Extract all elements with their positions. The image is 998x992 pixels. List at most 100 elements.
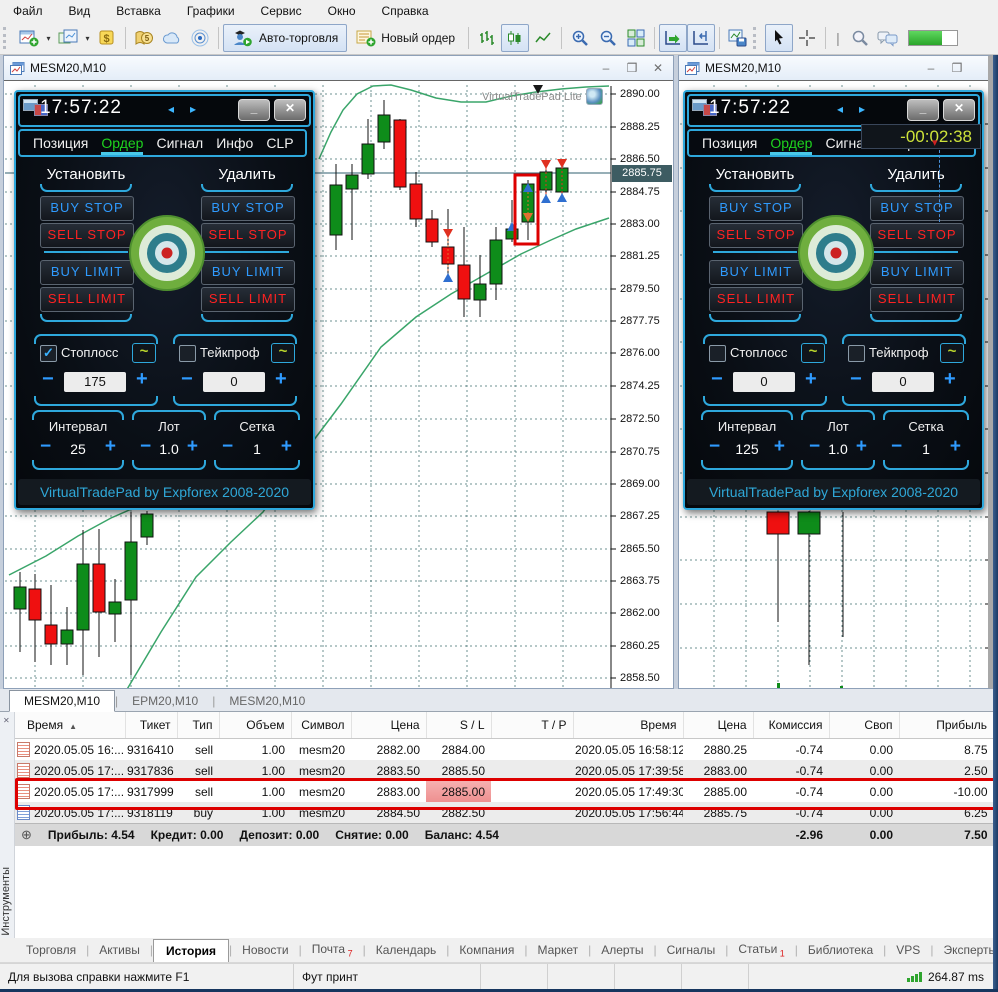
column-header-5[interactable]: Цена (351, 712, 427, 739)
takeprofit-wave-icon[interactable]: ~ (940, 343, 964, 363)
chart-shift-button[interactable] (687, 24, 716, 52)
connection-status[interactable]: 264.87 ms (749, 964, 998, 989)
toolbox-tab-Маркет[interactable]: Маркет (527, 939, 588, 961)
set-sell-limit-button[interactable]: SELL LIMIT (709, 287, 803, 312)
vtp-tab-CLP[interactable]: CLP (266, 135, 293, 151)
column-header-7[interactable]: T / P (491, 712, 574, 739)
vtp-next-icon[interactable]: ▸ (859, 102, 865, 116)
set-sell-stop-button[interactable]: SELL STOP (40, 223, 134, 248)
vtp-tab-Инфо[interactable]: Инфо (216, 135, 253, 151)
toolbox-tab-Торговля[interactable]: Торговля (16, 939, 86, 961)
profiles-dropdown-icon[interactable]: ▾ (82, 25, 93, 51)
crosshair-tool-button[interactable] (793, 24, 821, 52)
set-buy-stop-button[interactable]: BUY STOP (40, 196, 134, 221)
stoploss-wave-icon[interactable]: ~ (132, 343, 156, 363)
history-center-button[interactable]: 5 (130, 24, 158, 52)
window-titlebar[interactable]: MESM20,M10 – ❒ ✕ (4, 56, 673, 81)
toolbox-tab-Новости[interactable]: Новости (232, 939, 298, 961)
virtual-trade-pad-panel[interactable]: 17:57:22◂▸_✕ПозицияОрдерСигналИнфоCLPУст… (683, 90, 984, 510)
chart-tab-2[interactable]: MESM20,M10 (215, 691, 319, 711)
delete-buy-limit-button[interactable]: BUY LIMIT (870, 260, 964, 285)
toolbox-tab-Почта[interactable]: Почта 7 (302, 938, 363, 962)
vtp-tab-Позиция[interactable]: Позиция (702, 135, 757, 151)
comments-tool-button[interactable] (874, 24, 902, 52)
bar-chart-mode-button[interactable] (473, 24, 501, 52)
column-header-0[interactable]: Время ▲ (15, 712, 126, 739)
window-restore-button[interactable]: ❒ (625, 61, 639, 75)
takeprofit-value-input[interactable]: 0 (872, 372, 934, 392)
stoploss-checkbox[interactable] (709, 345, 726, 362)
lot-increase-button[interactable]: + (187, 436, 198, 458)
toolbox-tab-Активы[interactable]: Активы (89, 939, 150, 961)
takeprofit-increase-button[interactable]: + (275, 368, 287, 391)
toolbox-tab-Статьи[interactable]: Статьи 1 (728, 938, 794, 962)
column-header-2[interactable]: Тип (177, 712, 220, 739)
vtp-tab-Ордер[interactable]: Ордер (101, 135, 144, 155)
vtp-close-button[interactable]: ✕ (943, 99, 975, 121)
column-header-12[interactable]: Прибыль (899, 712, 993, 739)
zoom-out-button[interactable] (594, 24, 622, 52)
chart-tab-1[interactable]: EPM20,M10 (118, 691, 212, 711)
new-order-button[interactable]: Новый ордер (347, 24, 464, 52)
line-chart-mode-button[interactable] (529, 24, 557, 52)
interval-increase-button[interactable]: + (774, 436, 785, 458)
vtp-tab-Ордер[interactable]: Ордер (770, 135, 813, 155)
delete-buy-stop-button[interactable]: BUY STOP (201, 196, 295, 221)
menu-item-Справка[interactable]: Справка (369, 1, 442, 21)
profiles-button[interactable] (54, 24, 82, 52)
vtp-next-icon[interactable]: ▸ (190, 102, 196, 116)
stoploss-increase-button[interactable]: + (805, 368, 817, 391)
vtp-header[interactable]: 17:57:22 ◂ ▸ _ ✕ (18, 94, 311, 127)
delete-sell-limit-button[interactable]: SELL LIMIT (870, 287, 964, 312)
menu-item-Графики[interactable]: Графики (174, 1, 248, 21)
column-header-1[interactable]: Тикет (125, 712, 178, 739)
vtp-minimize-button[interactable]: _ (907, 99, 939, 121)
vtp-header[interactable]: 17:57:22 ◂ ▸ _ ✕ (687, 94, 980, 127)
stoploss-decrease-button[interactable]: − (42, 368, 54, 391)
vtp-prev-icon[interactable]: ◂ (837, 102, 843, 116)
column-header-6[interactable]: S / L (426, 712, 492, 739)
history-row-9317836[interactable]: 2020.05.05 17:... 9317836 sell 1.00 mesm20 28… (15, 760, 993, 781)
set-buy-stop-button[interactable]: BUY STOP (709, 196, 803, 221)
signals-service-icon[interactable] (186, 24, 214, 52)
stoploss-value-input[interactable]: 0 (733, 372, 795, 392)
vtp-lite-icon[interactable] (585, 88, 603, 105)
toolbox-tab-Библиотека[interactable]: Библиотека (798, 939, 883, 961)
set-buy-limit-button[interactable]: BUY LIMIT (40, 260, 134, 285)
vtp-close-button[interactable]: ✕ (274, 99, 306, 121)
chart-tab-0[interactable]: MESM20,M10 (9, 690, 116, 712)
takeprofit-wave-icon[interactable]: ~ (271, 343, 295, 363)
vtp-prev-icon[interactable]: ◂ (168, 102, 174, 116)
window-minimize-button[interactable]: – (599, 61, 613, 75)
grid-increase-button[interactable]: + (950, 436, 961, 458)
toolbar-grip[interactable] (3, 27, 11, 49)
delete-buy-stop-button[interactable]: BUY STOP (870, 196, 964, 221)
history-row-9316410[interactable]: 2020.05.05 16:... 9316410 sell 1.00 mesm20 28… (15, 739, 993, 761)
stoploss-value-input[interactable]: 175 (64, 372, 126, 392)
delete-buy-limit-button[interactable]: BUY LIMIT (201, 260, 295, 285)
toolbox-tab-Алерты[interactable]: Алерты (591, 939, 653, 961)
delete-sell-stop-button[interactable]: SELL STOP (870, 223, 964, 248)
takeprofit-checkbox[interactable] (848, 345, 865, 362)
toolbox-tab-VPS[interactable]: VPS (886, 939, 930, 961)
window-titlebar[interactable]: MESM20,M10 – ❒ (679, 56, 988, 81)
expand-icon[interactable]: ⊕ (21, 827, 32, 843)
menu-item-Файл[interactable]: Файл (0, 1, 56, 21)
history-row-9317999[interactable]: 2020.05.05 17:... 9317999 sell 1.00 mesm20 28… (15, 781, 993, 802)
cursor-tool-button[interactable] (765, 24, 794, 52)
column-header-9[interactable]: Цена (683, 712, 754, 739)
delete-sell-stop-button[interactable]: SELL STOP (201, 223, 295, 248)
takeprofit-decrease-button[interactable]: − (181, 368, 193, 391)
lot-increase-button[interactable]: + (856, 436, 867, 458)
window-close-button[interactable]: ✕ (651, 61, 665, 75)
tile-windows-button[interactable] (622, 24, 650, 52)
takeprofit-decrease-button[interactable]: − (850, 368, 862, 391)
zoom-in-button[interactable] (566, 24, 594, 52)
takeprofit-value-input[interactable]: 0 (203, 372, 265, 392)
window-restore-button[interactable]: ❒ (950, 61, 964, 75)
vtp-tab-Позиция[interactable]: Позиция (33, 135, 88, 151)
takeprofit-increase-button[interactable]: + (944, 368, 956, 391)
column-header-3[interactable]: Объем (219, 712, 292, 739)
toolbox-tab-Сигналы[interactable]: Сигналы (657, 939, 726, 961)
stoploss-decrease-button[interactable]: − (711, 368, 723, 391)
